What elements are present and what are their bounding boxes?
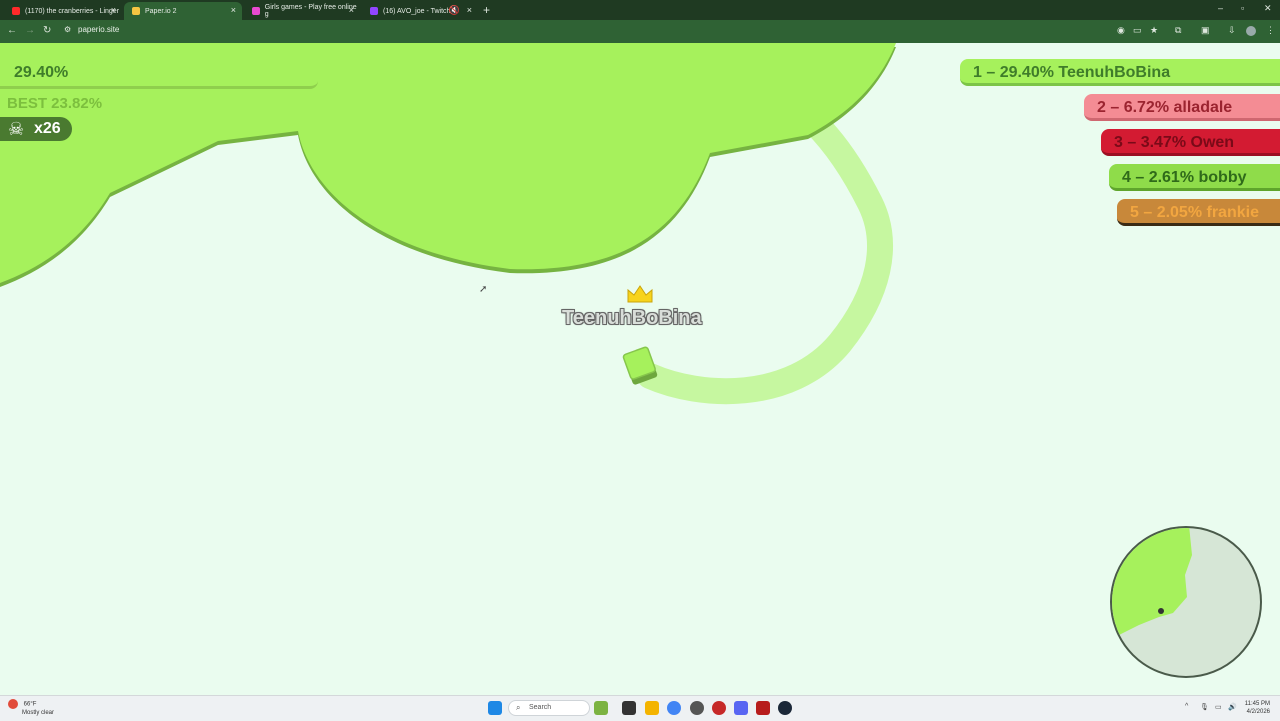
leaderboard-text: 4 – 2.61% bobby <box>1122 169 1247 186</box>
minimize-icon[interactable]: – <box>1218 3 1223 13</box>
app-icon[interactable] <box>712 701 726 715</box>
download-icon[interactable]: ⇩ <box>1228 25 1236 36</box>
close-window-icon[interactable]: ✕ <box>1264 3 1272 14</box>
discord-icon[interactable] <box>734 701 748 715</box>
reload-icon[interactable]: ↻ <box>43 25 51 37</box>
weather-temp: 66°F <box>23 701 37 708</box>
site-info-icon[interactable]: ⚙ <box>64 25 71 34</box>
game-canvas[interactable]: 29.40% BEST 23.82% ☠ x26 1 – 29.40% Teen… <box>0 43 1280 695</box>
tab-twitch[interactable]: (16) AVO_joe - Twitch 🔇 × <box>362 2 478 20</box>
kill-count: x26 <box>34 120 61 137</box>
skull-icon: ☠ <box>8 119 25 139</box>
search-placeholder: Search <box>529 704 552 711</box>
mouse-cursor-icon: ➚ <box>479 284 488 295</box>
file-explorer-icon[interactable] <box>645 701 659 715</box>
extensions-icon[interactable]: ⧉ <box>1175 25 1181 36</box>
twitch-icon <box>370 7 378 15</box>
leaderboard-text: 5 – 2.05% frankie <box>1130 204 1259 221</box>
taskview-icon[interactable] <box>622 701 636 715</box>
leaderboard-row-2: 2 – 6.72% alladale <box>1084 94 1280 121</box>
clock-date: 4/2/2026 <box>1246 709 1270 715</box>
url-field[interactable]: paperio.site <box>78 25 119 34</box>
leaderboard-row-4: 4 – 2.61% bobby <box>1109 164 1280 191</box>
system-clock[interactable]: 11:45 PM 4/2/2026 <box>1245 700 1270 716</box>
leaderboard-row-3: 3 – 3.47% Owen <box>1101 129 1280 156</box>
minimap <box>1110 526 1262 678</box>
address-bar: ← → ↻ ⚙ paperio.site ◉ ▭ ★ ⧉ ▣ ⇩ ⋮ <box>0 20 1280 43</box>
network-icon[interactable]: ▭ <box>1215 703 1222 711</box>
leaderboard-text: 3 – 3.47% Owen <box>1114 134 1235 151</box>
girlsgames-icon <box>252 7 260 15</box>
mic-icon[interactable]: 🎙 <box>1200 703 1209 711</box>
tab-paperio[interactable]: Paper.io 2 × <box>124 2 242 20</box>
crown-icon <box>627 285 653 303</box>
bookmark-star-icon[interactable]: ★ <box>1150 25 1158 36</box>
new-tab-button[interactable]: + <box>483 3 490 17</box>
cast-icon[interactable]: ▭ <box>1133 25 1142 36</box>
taskbar-search[interactable]: ⌕ Search <box>508 700 590 716</box>
close-icon[interactable]: × <box>349 6 354 15</box>
profile-avatar[interactable] <box>1246 26 1256 36</box>
tab-title: Girls games - Play free online g <box>264 4 357 18</box>
paperio-icon <box>132 7 140 15</box>
tracking-icon[interactable]: ◉ <box>1117 25 1125 36</box>
tray-chevron-icon[interactable]: ^ <box>1185 703 1188 710</box>
territory-percent: 29.40% <box>14 64 69 81</box>
weather-icon <box>8 699 18 709</box>
forward-icon[interactable]: → <box>25 25 35 37</box>
acrobat-icon[interactable] <box>756 701 770 715</box>
back-icon[interactable]: ← <box>7 25 17 37</box>
widget-icon[interactable] <box>594 701 608 715</box>
territory-percent-bar: 29.40% <box>0 60 318 89</box>
tab-girls-games[interactable]: Girls games - Play free online g × <box>244 2 360 20</box>
menu-icon[interactable]: ⋮ <box>1266 25 1275 36</box>
leaderboard-row-5: 5 – 2.05% frankie <box>1117 199 1280 226</box>
sidepanel-icon[interactable]: ▣ <box>1201 25 1210 36</box>
app-icon[interactable] <box>690 701 704 715</box>
best-score: BEST 23.82% <box>7 95 103 112</box>
weather-desc: Mostly clear <box>22 710 55 716</box>
minimap-player-dot <box>1158 608 1164 614</box>
tab-youtube[interactable]: (1170) the cranberries - Linger × <box>4 2 122 20</box>
close-icon[interactable]: × <box>111 6 116 15</box>
start-icon[interactable] <box>488 701 502 715</box>
tab-title: (16) AVO_joe - Twitch <box>383 7 451 15</box>
close-icon[interactable]: × <box>467 6 472 15</box>
mute-icon[interactable]: 🔇 <box>449 6 460 15</box>
weather-widget[interactable]: 66°F Mostly clear <box>8 699 54 717</box>
maximize-icon[interactable]: ▫ <box>1241 3 1244 13</box>
youtube-icon <box>12 7 20 15</box>
leaderboard-text: 2 – 6.72% alladale <box>1097 99 1233 116</box>
volume-icon[interactable]: 🔊 <box>1228 703 1237 711</box>
player-name-label: TeenuhBoBina <box>562 307 702 329</box>
game-field <box>0 43 896 405</box>
steam-icon[interactable] <box>778 701 792 715</box>
search-icon: ⌕ <box>516 703 521 712</box>
leaderboard-text: 1 – 29.40% TeenuhBoBina <box>973 64 1171 81</box>
tab-title: (1170) the cranberries - Linger <box>25 7 120 15</box>
browser-tab-strip: (1170) the cranberries - Linger × Paper.… <box>0 0 1280 20</box>
windows-taskbar: 66°F Mostly clear ⌕ Search ^ 🎙 ▭ 🔊 11:45… <box>0 695 1280 721</box>
close-icon[interactable]: × <box>231 6 236 15</box>
clock-time: 11:45 PM <box>1244 701 1270 707</box>
leaderboard-row-1: 1 – 29.40% TeenuhBoBina <box>960 59 1280 86</box>
kill-counter: ☠ x26 <box>0 117 72 141</box>
chrome-icon[interactable] <box>667 701 681 715</box>
tab-title: Paper.io 2 <box>145 7 177 15</box>
